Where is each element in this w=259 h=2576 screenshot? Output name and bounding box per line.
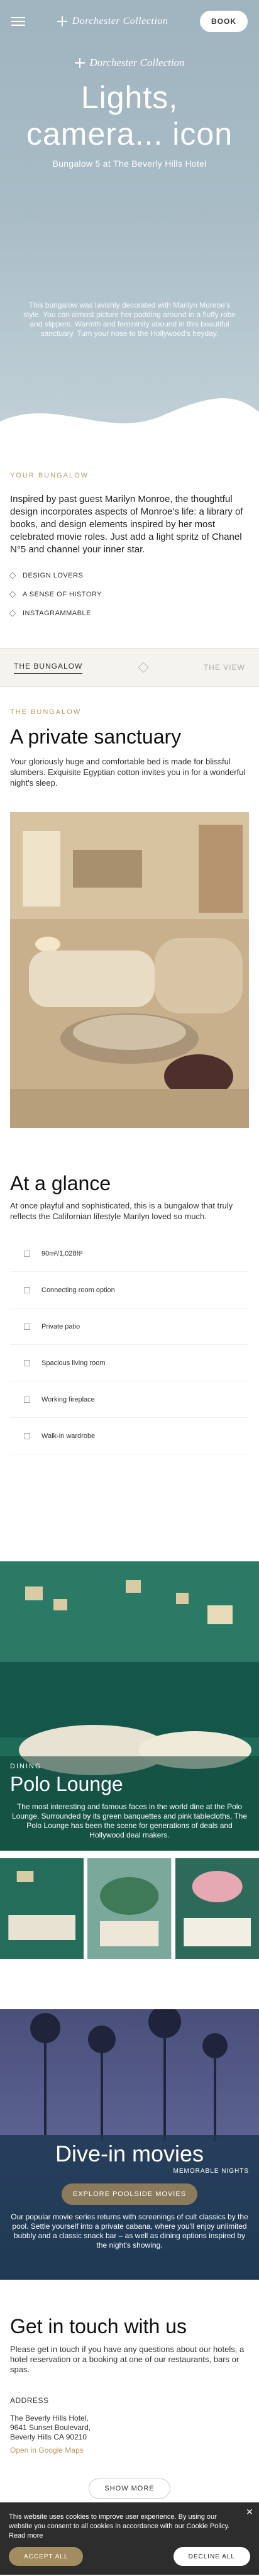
dive-content: Dive-in movies MEMORABLE NIGHTS EXPLORE … xyxy=(10,2141,249,2250)
address-line: 9641 Sunset Boulevard, xyxy=(10,2423,91,2432)
contact-title: Get in touch with us xyxy=(10,2315,187,2338)
list-item: Connecting room option xyxy=(10,1272,249,1308)
contact-section: Get in touch with us Please get in touch… xyxy=(0,2280,259,2499)
polo-eyebrow: DINING xyxy=(10,1763,42,1770)
list-item: Working fireplace xyxy=(10,1381,249,1418)
close-icon[interactable]: ✕ xyxy=(245,2507,254,2516)
hero-brand: Dorchester Collection xyxy=(0,57,259,69)
amenities-list: 90m²/1,028ft² Connecting room option Pri… xyxy=(10,1235,249,1454)
tag-label: INSTAGRAMMABLE xyxy=(23,610,91,617)
cookie-text: This website uses cookies to improve use… xyxy=(9,2513,230,2540)
diamond-icon xyxy=(9,572,16,579)
brand-logo[interactable]: Dorchester Collection xyxy=(57,16,168,27)
book-button[interactable]: BOOK xyxy=(199,11,248,32)
sanctuary-title: A private sanctuary xyxy=(10,725,182,748)
cookie-buttons: ACCEPT ALL DECLINE ALL xyxy=(9,2547,250,2566)
amenity-label: Spacious living room xyxy=(41,1359,106,1367)
thumbnail-image[interactable] xyxy=(175,1858,259,1959)
polo-title: Polo Lounge xyxy=(10,1773,123,1795)
dive-body: Our popular movie series returns with sc… xyxy=(11,2212,248,2250)
tag-label: DESIGN LOVERS xyxy=(23,572,84,579)
show-more-button[interactable]: SHOW MORE xyxy=(89,2478,170,2499)
hero-title-line2: camera... icon xyxy=(26,116,233,152)
list-item: Walk-in wardrobe xyxy=(10,1418,249,1454)
brand-mark-icon xyxy=(74,58,85,68)
door-icon xyxy=(24,1286,30,1293)
hero-subtitle: Bungalow 5 at The Beverly Hills Hotel xyxy=(52,159,207,169)
bungalow-body: Inspired by past guest Marilyn Monroe, t… xyxy=(10,494,243,555)
list-item: Spacious living room xyxy=(10,1345,249,1381)
list-item: Private patio xyxy=(10,1308,249,1345)
cookie-banner: ✕ This website uses cookies to improve u… xyxy=(0,2502,259,2575)
amenity-label: Walk-in wardrobe xyxy=(41,1432,96,1440)
hero-intro: This bungalow was lavishly decorated wit… xyxy=(23,301,236,338)
address-block: ADDRESS The Beverly Hills Hotel, 9641 Su… xyxy=(10,2396,249,2455)
sanctuary-eyebrow: THE BUNGALOW xyxy=(10,708,82,716)
sanctuary-section: THE BUNGALOW A private sanctuary Your gl… xyxy=(0,687,259,788)
polo-body: The most interesting and famous faces in… xyxy=(11,1802,248,1839)
sanctuary-body: Your gloriously huge and comfortable bed… xyxy=(10,757,246,788)
dive-tag: MEMORABLE NIGHTS xyxy=(173,2168,249,2175)
section-tabs: THE BUNGALOW THE VIEW xyxy=(0,648,259,687)
tag-label: A SENSE OF HISTORY xyxy=(23,591,102,598)
amenity-label: Working fireplace xyxy=(41,1395,95,1403)
diamond-icon xyxy=(9,591,16,598)
amenity-label: Private patio xyxy=(41,1322,80,1330)
address-label: ADDRESS xyxy=(10,2396,49,2405)
polo-thumbnails xyxy=(0,1858,259,1959)
top-bar: Dorchester Collection BOOK xyxy=(0,0,259,43)
amenity-label: 90m²/1,028ft² xyxy=(41,1249,83,1257)
amenity-label: Connecting room option xyxy=(41,1286,115,1294)
address-line: Beverly Hills CA 90210 xyxy=(10,2433,87,2441)
menu-icon[interactable] xyxy=(11,17,25,26)
brand-name: Dorchester Collection xyxy=(72,16,168,26)
room-image xyxy=(0,812,259,1128)
decline-all-button[interactable]: DECLINE ALL xyxy=(173,2547,250,2566)
polo-content: DINING Polo Lounge The most interesting … xyxy=(10,1763,249,1840)
tag-item: INSTAGRAMMABLE xyxy=(9,604,249,623)
diamond-icon xyxy=(9,610,16,617)
sofa-icon xyxy=(24,1359,30,1366)
bungalow-tags: DESIGN LOVERS A SENSE OF HISTORY INSTAGR… xyxy=(9,566,249,623)
bungalow-eyebrow: YOUR BUNGALOW xyxy=(10,472,89,479)
accept-all-button[interactable]: ACCEPT ALL xyxy=(9,2547,84,2566)
hero-title-line1: Lights, xyxy=(80,80,179,115)
dive-in-section: Dive-in movies MEMORABLE NIGHTS EXPLORE … xyxy=(0,2009,259,2280)
wardrobe-icon xyxy=(24,1432,30,1439)
explore-movies-button[interactable]: EXPLORE POOLSIDE MOVIES xyxy=(61,2183,198,2205)
glance-body: At once playful and sophisticated, this … xyxy=(10,1201,233,1221)
hero-brand-name: Dorchester Collection xyxy=(89,57,185,69)
patio-icon xyxy=(24,1323,30,1330)
glance-section: At a glance At once playful and sophisti… xyxy=(0,1128,259,1454)
brand-mark-icon xyxy=(57,16,67,26)
tag-item: A SENSE OF HISTORY xyxy=(9,585,249,604)
contact-body: Please get in touch if you have any ques… xyxy=(10,2345,245,2374)
size-icon xyxy=(24,1250,30,1257)
tag-item: DESIGN LOVERS xyxy=(9,566,249,585)
dive-title: Dive-in movies xyxy=(55,2141,204,2166)
star-icon xyxy=(138,662,149,673)
address-line: The Beverly Hills Hotel, xyxy=(10,2414,89,2423)
fireplace-icon xyxy=(24,1396,30,1403)
polo-lounge-section: DINING Polo Lounge The most interesting … xyxy=(0,1561,259,1851)
thumbnail-image[interactable] xyxy=(0,1858,84,1959)
glance-title: At a glance xyxy=(10,1172,111,1195)
bungalow-section: YOUR BUNGALOW Inspired by past guest Mar… xyxy=(0,453,259,648)
hero-title: Lights, camera... icon xyxy=(0,79,259,152)
list-item: 90m²/1,028ft² xyxy=(10,1235,249,1272)
tab-view[interactable]: THE VIEW xyxy=(204,663,245,672)
hero: Dorchester Collection BOOK Dorchester Co… xyxy=(0,0,259,453)
hero-wave xyxy=(0,398,259,453)
thumbnail-image[interactable] xyxy=(87,1858,172,1959)
tab-bungalow[interactable]: THE BUNGALOW xyxy=(14,662,83,674)
google-maps-link[interactable]: Open in Google Maps xyxy=(10,2446,249,2455)
